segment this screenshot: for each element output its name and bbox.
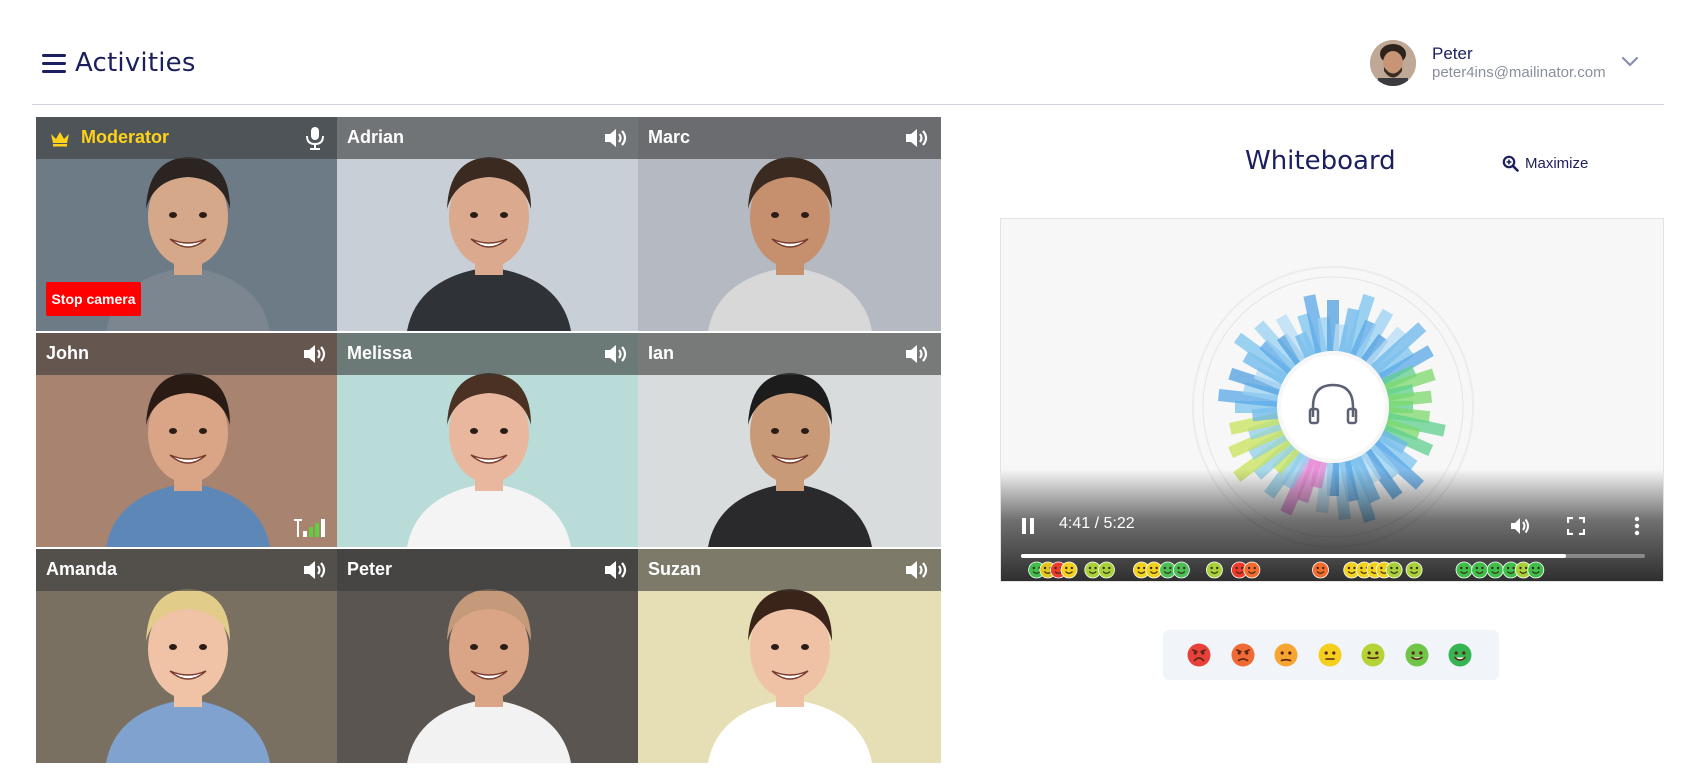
microphone-icon[interactable]: [301, 125, 329, 151]
page-title: Activities: [75, 48, 196, 78]
user-name: Peter: [1432, 44, 1473, 63]
fullscreen-icon[interactable]: [1567, 517, 1585, 535]
seek-bar-fill: [1021, 554, 1567, 558]
sad-face-icon[interactable]: [1274, 643, 1298, 667]
participant-tile-moderator[interactable]: Moderator Stop camera: [36, 117, 339, 331]
top-bar: Activities Peter peter4ins@mailinator.co…: [0, 0, 1684, 106]
grin-face-icon[interactable]: [1448, 643, 1472, 667]
speaker-icon[interactable]: [602, 341, 630, 367]
emotion-feedback-bar: [1163, 630, 1499, 680]
hamburger-icon[interactable]: [42, 54, 66, 74]
zoom-in-icon: [1502, 155, 1519, 172]
participant-tile-ian[interactable]: Ian: [638, 333, 941, 547]
whiteboard-title: Whiteboard: [1245, 146, 1396, 176]
seek-bar[interactable]: [1021, 554, 1645, 558]
smile-face-icon[interactable]: [1405, 643, 1429, 667]
pause-icon[interactable]: [1021, 517, 1035, 535]
neutral-face-icon[interactable]: [1318, 643, 1342, 667]
participant-name: Amanda: [46, 559, 118, 579]
participant-tile-adrian[interactable]: Adrian: [337, 117, 640, 331]
volume-icon[interactable]: [1509, 515, 1531, 537]
emotion-timeline: [1028, 561, 1545, 579]
crown-icon: [51, 132, 69, 147]
emotion-marker: [1060, 561, 1078, 579]
participant-name: John: [46, 343, 89, 363]
stop-camera-button[interactable]: Stop camera: [46, 282, 141, 316]
participant-name: Peter: [347, 559, 393, 579]
emotion-marker: [1455, 561, 1473, 579]
speaker-icon[interactable]: [602, 125, 630, 151]
emotion-marker: [1471, 561, 1489, 579]
participant-tile-amanda[interactable]: Amanda: [36, 549, 339, 763]
participant-name: Suzan: [648, 559, 702, 579]
participant-tile-peter[interactable]: Peter: [337, 549, 640, 763]
speaker-icon[interactable]: [903, 341, 931, 367]
speaker-icon[interactable]: [602, 557, 630, 583]
emotion-marker: [1172, 561, 1190, 579]
participant-video-grid: Moderator Stop camera Adrian Marc John Meliss…: [36, 117, 947, 763]
maximize-label: Maximize: [1525, 154, 1589, 172]
emotion-marker: [1385, 561, 1403, 579]
participant-tile-melissa[interactable]: Melissa: [337, 333, 640, 547]
participant-tile-suzan[interactable]: Suzan: [638, 549, 941, 763]
emotion-marker: [1527, 561, 1545, 579]
chevron-down-icon[interactable]: [1620, 54, 1640, 70]
speaker-icon[interactable]: [903, 557, 931, 583]
speaker-icon[interactable]: [903, 125, 931, 151]
emotion-marker: [1206, 561, 1223, 579]
participant-tile-john[interactable]: John: [36, 333, 339, 547]
playback-time: 4:41 / 5:22: [1059, 515, 1135, 532]
user-email: peter4ins@mailinator.com: [1432, 64, 1606, 81]
signal-strength-icon: [294, 519, 325, 537]
very-angry-face-icon[interactable]: [1187, 643, 1211, 667]
participant-name: Moderator: [81, 127, 170, 147]
more-vertical-icon[interactable]: [1633, 515, 1641, 537]
angry-face-icon[interactable]: [1231, 643, 1255, 667]
emotion-marker: [1243, 561, 1261, 579]
maximize-button[interactable]: Maximize: [1502, 152, 1588, 174]
participant-tile-marc[interactable]: Marc: [638, 117, 941, 331]
participant-name: Marc: [648, 127, 691, 147]
emotion-marker: [1312, 561, 1329, 579]
participant-name: Adrian: [347, 127, 405, 147]
avatar: [1370, 40, 1416, 86]
emotion-marker: [1486, 561, 1504, 579]
participant-name-bar: [638, 333, 941, 375]
emotion-marker: [1405, 561, 1423, 579]
participant-name: Ian: [648, 343, 675, 363]
speaker-icon[interactable]: [301, 557, 329, 583]
participant-name: Melissa: [347, 343, 413, 363]
header-divider: [32, 104, 1664, 105]
emotion-marker: [1098, 561, 1115, 579]
whiteboard-video-player[interactable]: 4:41 / 5:22: [1000, 218, 1664, 582]
speaker-icon[interactable]: [301, 341, 329, 367]
user-menu[interactable]: Peter peter4ins@mailinator.com: [1370, 40, 1650, 90]
slight-smile-face-icon[interactable]: [1361, 643, 1385, 667]
